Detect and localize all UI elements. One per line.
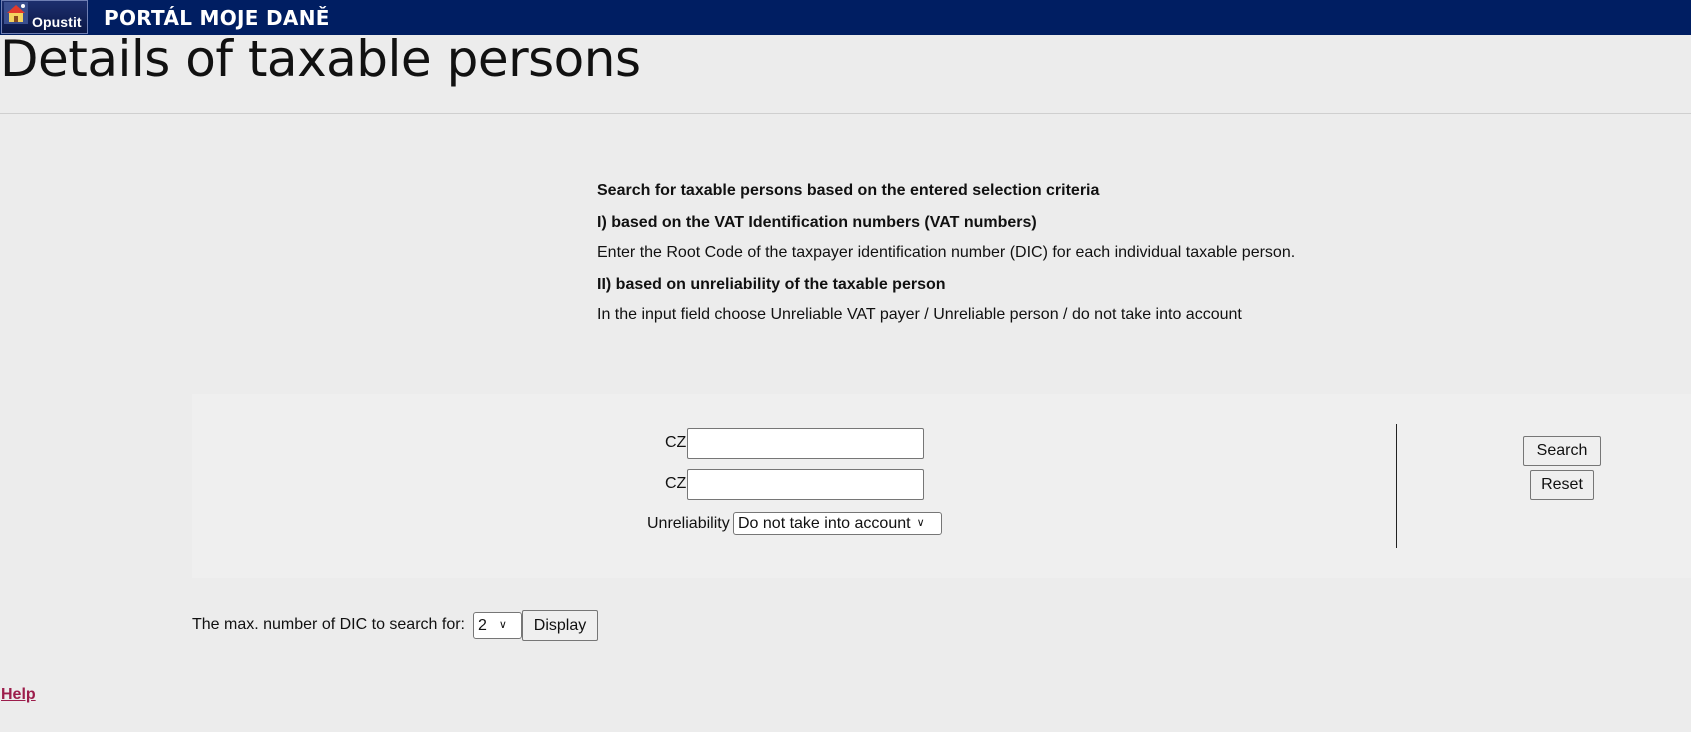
help-link[interactable]: Help [1, 686, 36, 704]
house-exit-icon [4, 2, 28, 24]
display-button[interactable]: Display [522, 610, 598, 641]
exit-button[interactable]: Opustit [1, 0, 88, 34]
section2-title: II) based on unreliability of the taxabl… [597, 276, 946, 293]
dic-input-2[interactable] [687, 469, 924, 500]
section1-text: Enter the Root Code of the taxpayer iden… [597, 244, 1296, 261]
max-dic-select[interactable]: 2 ∨ [473, 612, 522, 639]
portal-title: PORTÁL MOJE DANĚ [104, 6, 330, 30]
page-title: Details of taxable persons [0, 30, 641, 88]
section2-text: In the input field choose Unreliable VAT… [597, 306, 1242, 323]
exit-button-label: Opustit [32, 14, 82, 30]
dic-prefix-2: CZ [665, 475, 687, 492]
title-divider [0, 113, 1691, 114]
search-form-panel [192, 394, 1691, 578]
dic-input-1[interactable] [687, 428, 924, 459]
unreliability-selected-value: Do not take into account [738, 514, 911, 532]
max-dic-label: The max. number of DIC to search for: [192, 616, 465, 633]
chevron-down-icon: ∨ [498, 619, 507, 631]
unreliability-select[interactable]: Do not take into account ∨ [733, 512, 942, 535]
form-vertical-divider [1396, 424, 1397, 548]
unreliability-label: Unreliability [647, 515, 730, 532]
dic-prefix-1: CZ [665, 434, 687, 451]
reset-button[interactable]: Reset [1530, 470, 1594, 500]
search-button[interactable]: Search [1523, 436, 1601, 466]
chevron-down-icon: ∨ [916, 517, 925, 529]
max-dic-selected-value: 2 [478, 616, 487, 634]
section1-title: I) based on the VAT Identification numbe… [597, 214, 1037, 231]
instructions-heading: Search for taxable persons based on the … [597, 182, 1100, 199]
